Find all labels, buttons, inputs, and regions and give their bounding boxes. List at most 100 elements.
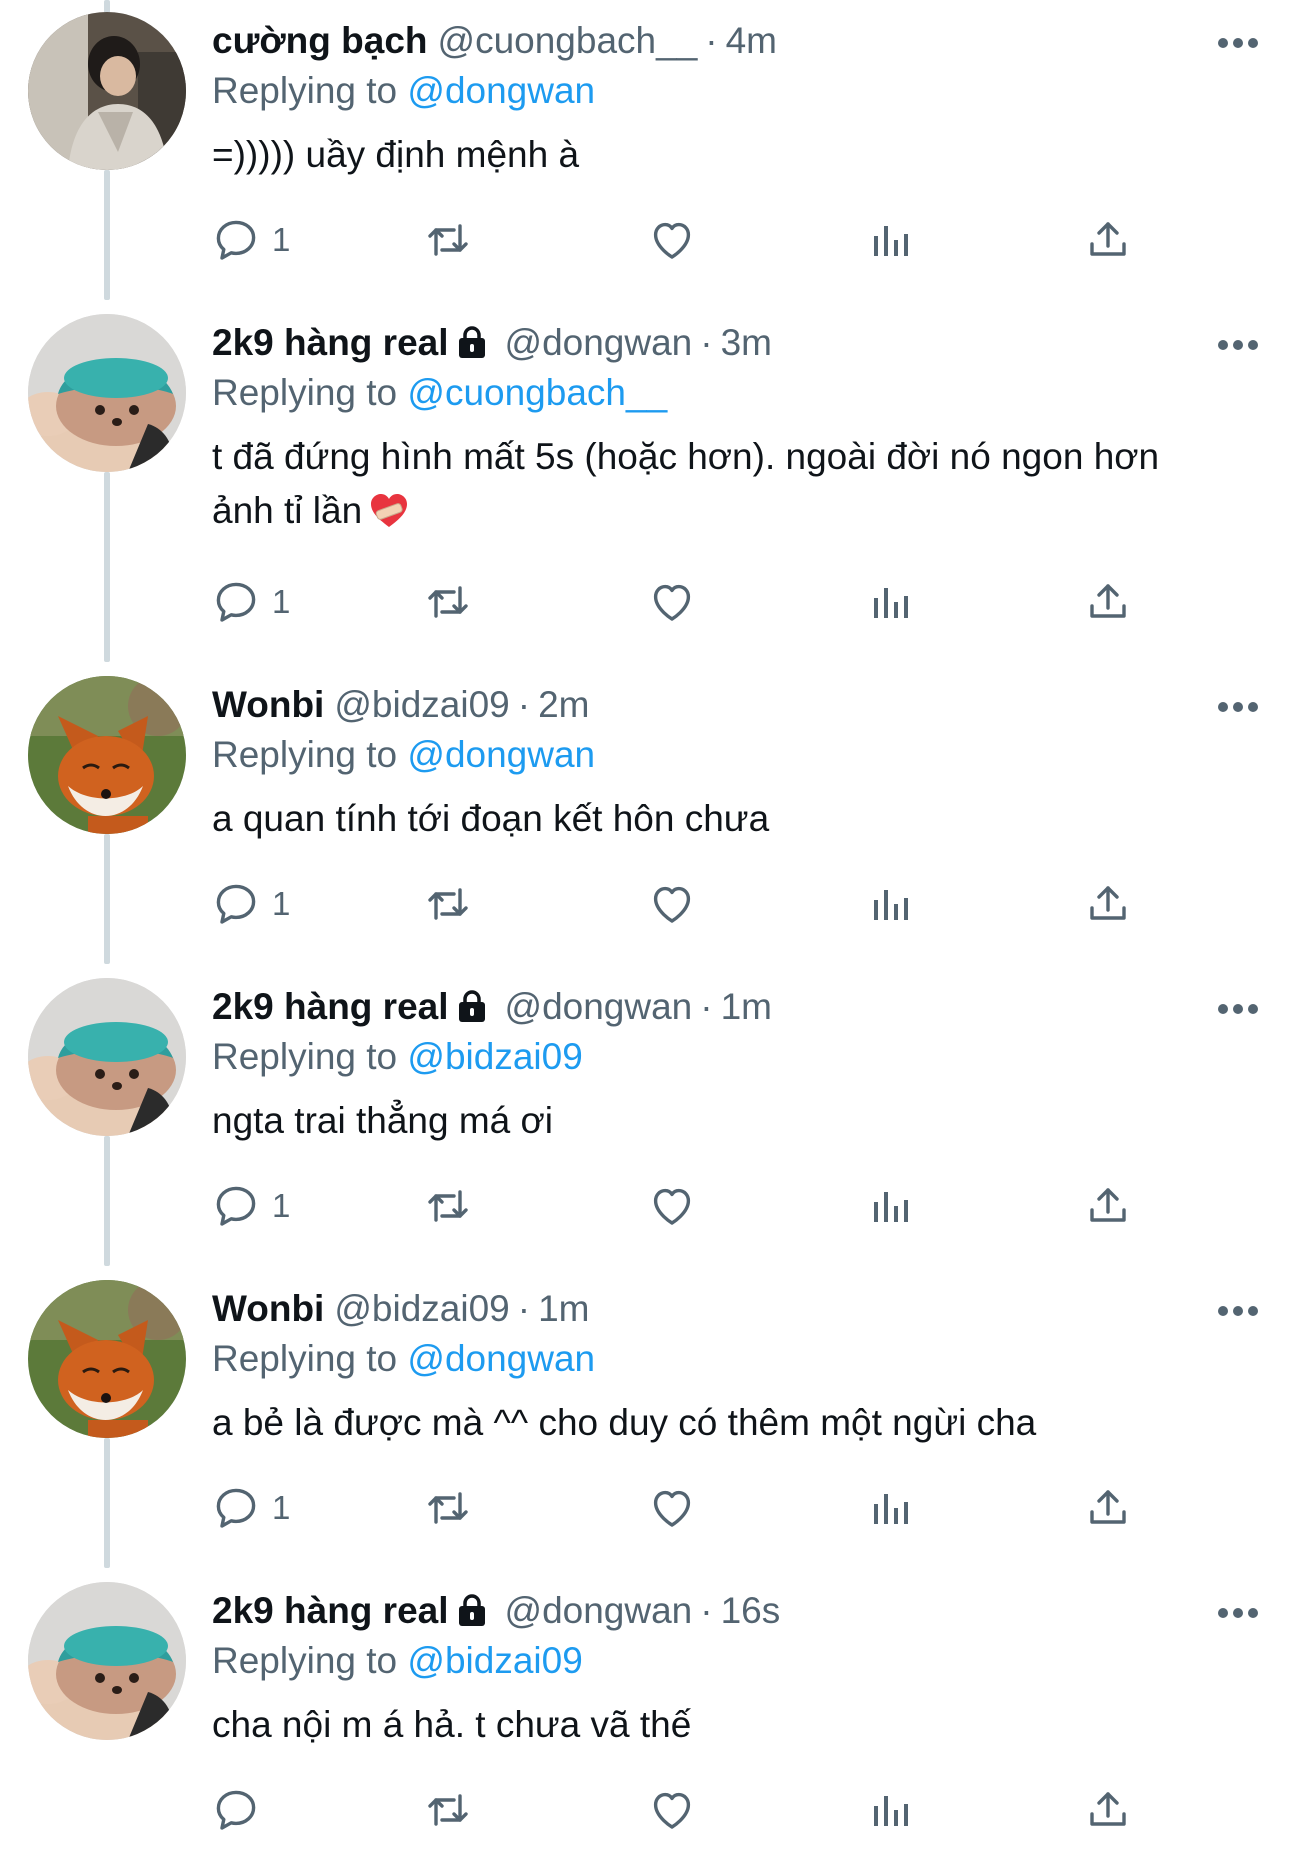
reply-button[interactable]: 1	[212, 574, 290, 630]
avatar-toy[interactable]	[28, 314, 186, 472]
share-button[interactable]	[1084, 574, 1132, 630]
share-button[interactable]	[1084, 1782, 1132, 1838]
more-options-icon[interactable]	[1216, 36, 1260, 50]
separator-dot: ·	[700, 986, 713, 1027]
like-button[interactable]	[648, 1782, 696, 1838]
retweet-icon	[424, 216, 472, 264]
tweet-action-bar	[212, 1782, 1172, 1838]
author-handle[interactable]: @dongwan	[505, 986, 693, 1027]
retweet-icon	[424, 1484, 472, 1532]
share-icon	[1084, 216, 1132, 264]
replying-to-line: Replying to @bidzai09	[212, 1636, 583, 1686]
author-name[interactable]: Wonbi	[212, 684, 324, 725]
replying-to-handle-link[interactable]: @bidzai09	[407, 1640, 582, 1681]
reply-count: 1	[272, 1187, 291, 1224]
avatar-toy[interactable]	[28, 1582, 186, 1740]
author-name[interactable]: 2k9 hàng real	[212, 986, 449, 1027]
author-handle[interactable]: @cuongbach__	[438, 20, 698, 61]
retweet-button[interactable]	[424, 1480, 472, 1536]
reply-button[interactable]: 1	[212, 876, 290, 932]
author-name[interactable]: cường bạch	[212, 20, 428, 61]
reply-count: 1	[272, 1489, 291, 1526]
avatar-fox[interactable]	[28, 1280, 186, 1438]
replying-to-handle-link[interactable]: @dongwan	[407, 734, 595, 775]
tweet-reply[interactable]: 2k9 hàng real @dongwan · 3m Replying to @cuo…	[0, 302, 1290, 602]
reply-button[interactable]	[212, 1782, 272, 1838]
retweet-button[interactable]	[424, 212, 472, 268]
replying-to-label: Replying to	[212, 1640, 398, 1681]
author-handle[interactable]: @bidzai09	[334, 684, 509, 725]
author-handle[interactable]: @bidzai09	[334, 1288, 509, 1329]
like-icon	[648, 578, 696, 626]
tweet-timestamp[interactable]: 16s	[721, 1590, 781, 1631]
heart-with-bandage-emoji	[370, 490, 408, 544]
reply-icon	[212, 1484, 260, 1532]
more-options-icon[interactable]	[1216, 338, 1260, 352]
replying-to-handle-link[interactable]: @dongwan	[407, 70, 595, 111]
tweet-header: cường bạch @cuongbach__ · 4m	[212, 16, 777, 66]
share-button[interactable]	[1084, 212, 1132, 268]
replying-to-handle-link[interactable]: @cuongbach__	[407, 372, 667, 413]
separator-dot: ·	[517, 684, 531, 725]
replying-to-line: Replying to @dongwan	[212, 1334, 595, 1384]
retweet-button[interactable]	[424, 876, 472, 932]
more-options-icon[interactable]	[1216, 1304, 1260, 1318]
views-button[interactable]	[866, 1178, 914, 1234]
like-icon	[648, 1182, 696, 1230]
views-button[interactable]	[866, 212, 914, 268]
reply-icon	[212, 1786, 260, 1834]
tweet-timestamp[interactable]: 3m	[721, 322, 772, 363]
tweet-text: cha nội m á hả. t chưa vã thế	[212, 1698, 1222, 1752]
author-handle[interactable]: @dongwan	[505, 322, 693, 363]
author-handle[interactable]: @dongwan	[505, 1590, 693, 1631]
like-button[interactable]	[648, 212, 696, 268]
author-name[interactable]: Wonbi	[212, 1288, 324, 1329]
retweet-button[interactable]	[424, 1782, 472, 1838]
views-button[interactable]	[866, 1782, 914, 1838]
tweet-timestamp[interactable]: 4m	[726, 20, 777, 61]
replying-to-label: Replying to	[212, 70, 398, 111]
reply-button[interactable]: 1	[212, 212, 290, 268]
more-options-icon[interactable]	[1216, 1606, 1260, 1620]
tweet-timestamp[interactable]: 2m	[538, 684, 589, 725]
tweet-action-bar: 1	[212, 1480, 1172, 1536]
retweet-button[interactable]	[424, 1178, 472, 1234]
share-button[interactable]	[1084, 1178, 1132, 1234]
avatar-fox[interactable]	[28, 676, 186, 834]
share-button[interactable]	[1084, 876, 1132, 932]
replying-to-line: Replying to @dongwan	[212, 66, 595, 116]
more-options-icon[interactable]	[1216, 1002, 1260, 1016]
like-button[interactable]	[648, 574, 696, 630]
tweet-header: 2k9 hàng real @dongwan · 1m	[212, 982, 772, 1032]
like-button[interactable]	[648, 876, 696, 932]
share-button[interactable]	[1084, 1480, 1132, 1536]
avatar-person[interactable]	[28, 12, 186, 170]
replying-to-line: Replying to @dongwan	[212, 730, 595, 780]
replying-to-handle-link[interactable]: @bidzai09	[407, 1036, 582, 1077]
replying-to-label: Replying to	[212, 1338, 398, 1379]
separator-dot: ·	[517, 1288, 531, 1329]
views-button[interactable]	[866, 876, 914, 932]
reply-button[interactable]: 1	[212, 1178, 290, 1234]
retweet-icon	[424, 578, 472, 626]
author-name[interactable]: 2k9 hàng real	[212, 322, 449, 363]
reply-button[interactable]: 1	[212, 1480, 290, 1536]
reply-icon	[212, 1182, 260, 1230]
tweet-timestamp[interactable]: 1m	[721, 986, 772, 1027]
like-icon	[648, 880, 696, 928]
views-button[interactable]	[866, 1480, 914, 1536]
tweet-header: Wonbi @bidzai09 · 1m	[212, 1284, 589, 1334]
avatar-toy[interactable]	[28, 978, 186, 1136]
retweet-button[interactable]	[424, 574, 472, 630]
author-name[interactable]: 2k9 hàng real	[212, 1590, 449, 1631]
tweet-text: a quan tính tới đoạn kết hôn chưa	[212, 792, 1222, 846]
views-button[interactable]	[866, 574, 914, 630]
tweet-timestamp[interactable]: 1m	[538, 1288, 589, 1329]
like-button[interactable]	[648, 1480, 696, 1536]
tweet-text-content: cha nội m á hả. t chưa vã thế	[212, 1704, 692, 1745]
replying-to-handle-link[interactable]: @dongwan	[407, 1338, 595, 1379]
tweet-text: ngta trai thẳng má ơi	[212, 1094, 1222, 1148]
like-button[interactable]	[648, 1178, 696, 1234]
more-options-icon[interactable]	[1216, 700, 1260, 714]
like-icon	[648, 1786, 696, 1834]
